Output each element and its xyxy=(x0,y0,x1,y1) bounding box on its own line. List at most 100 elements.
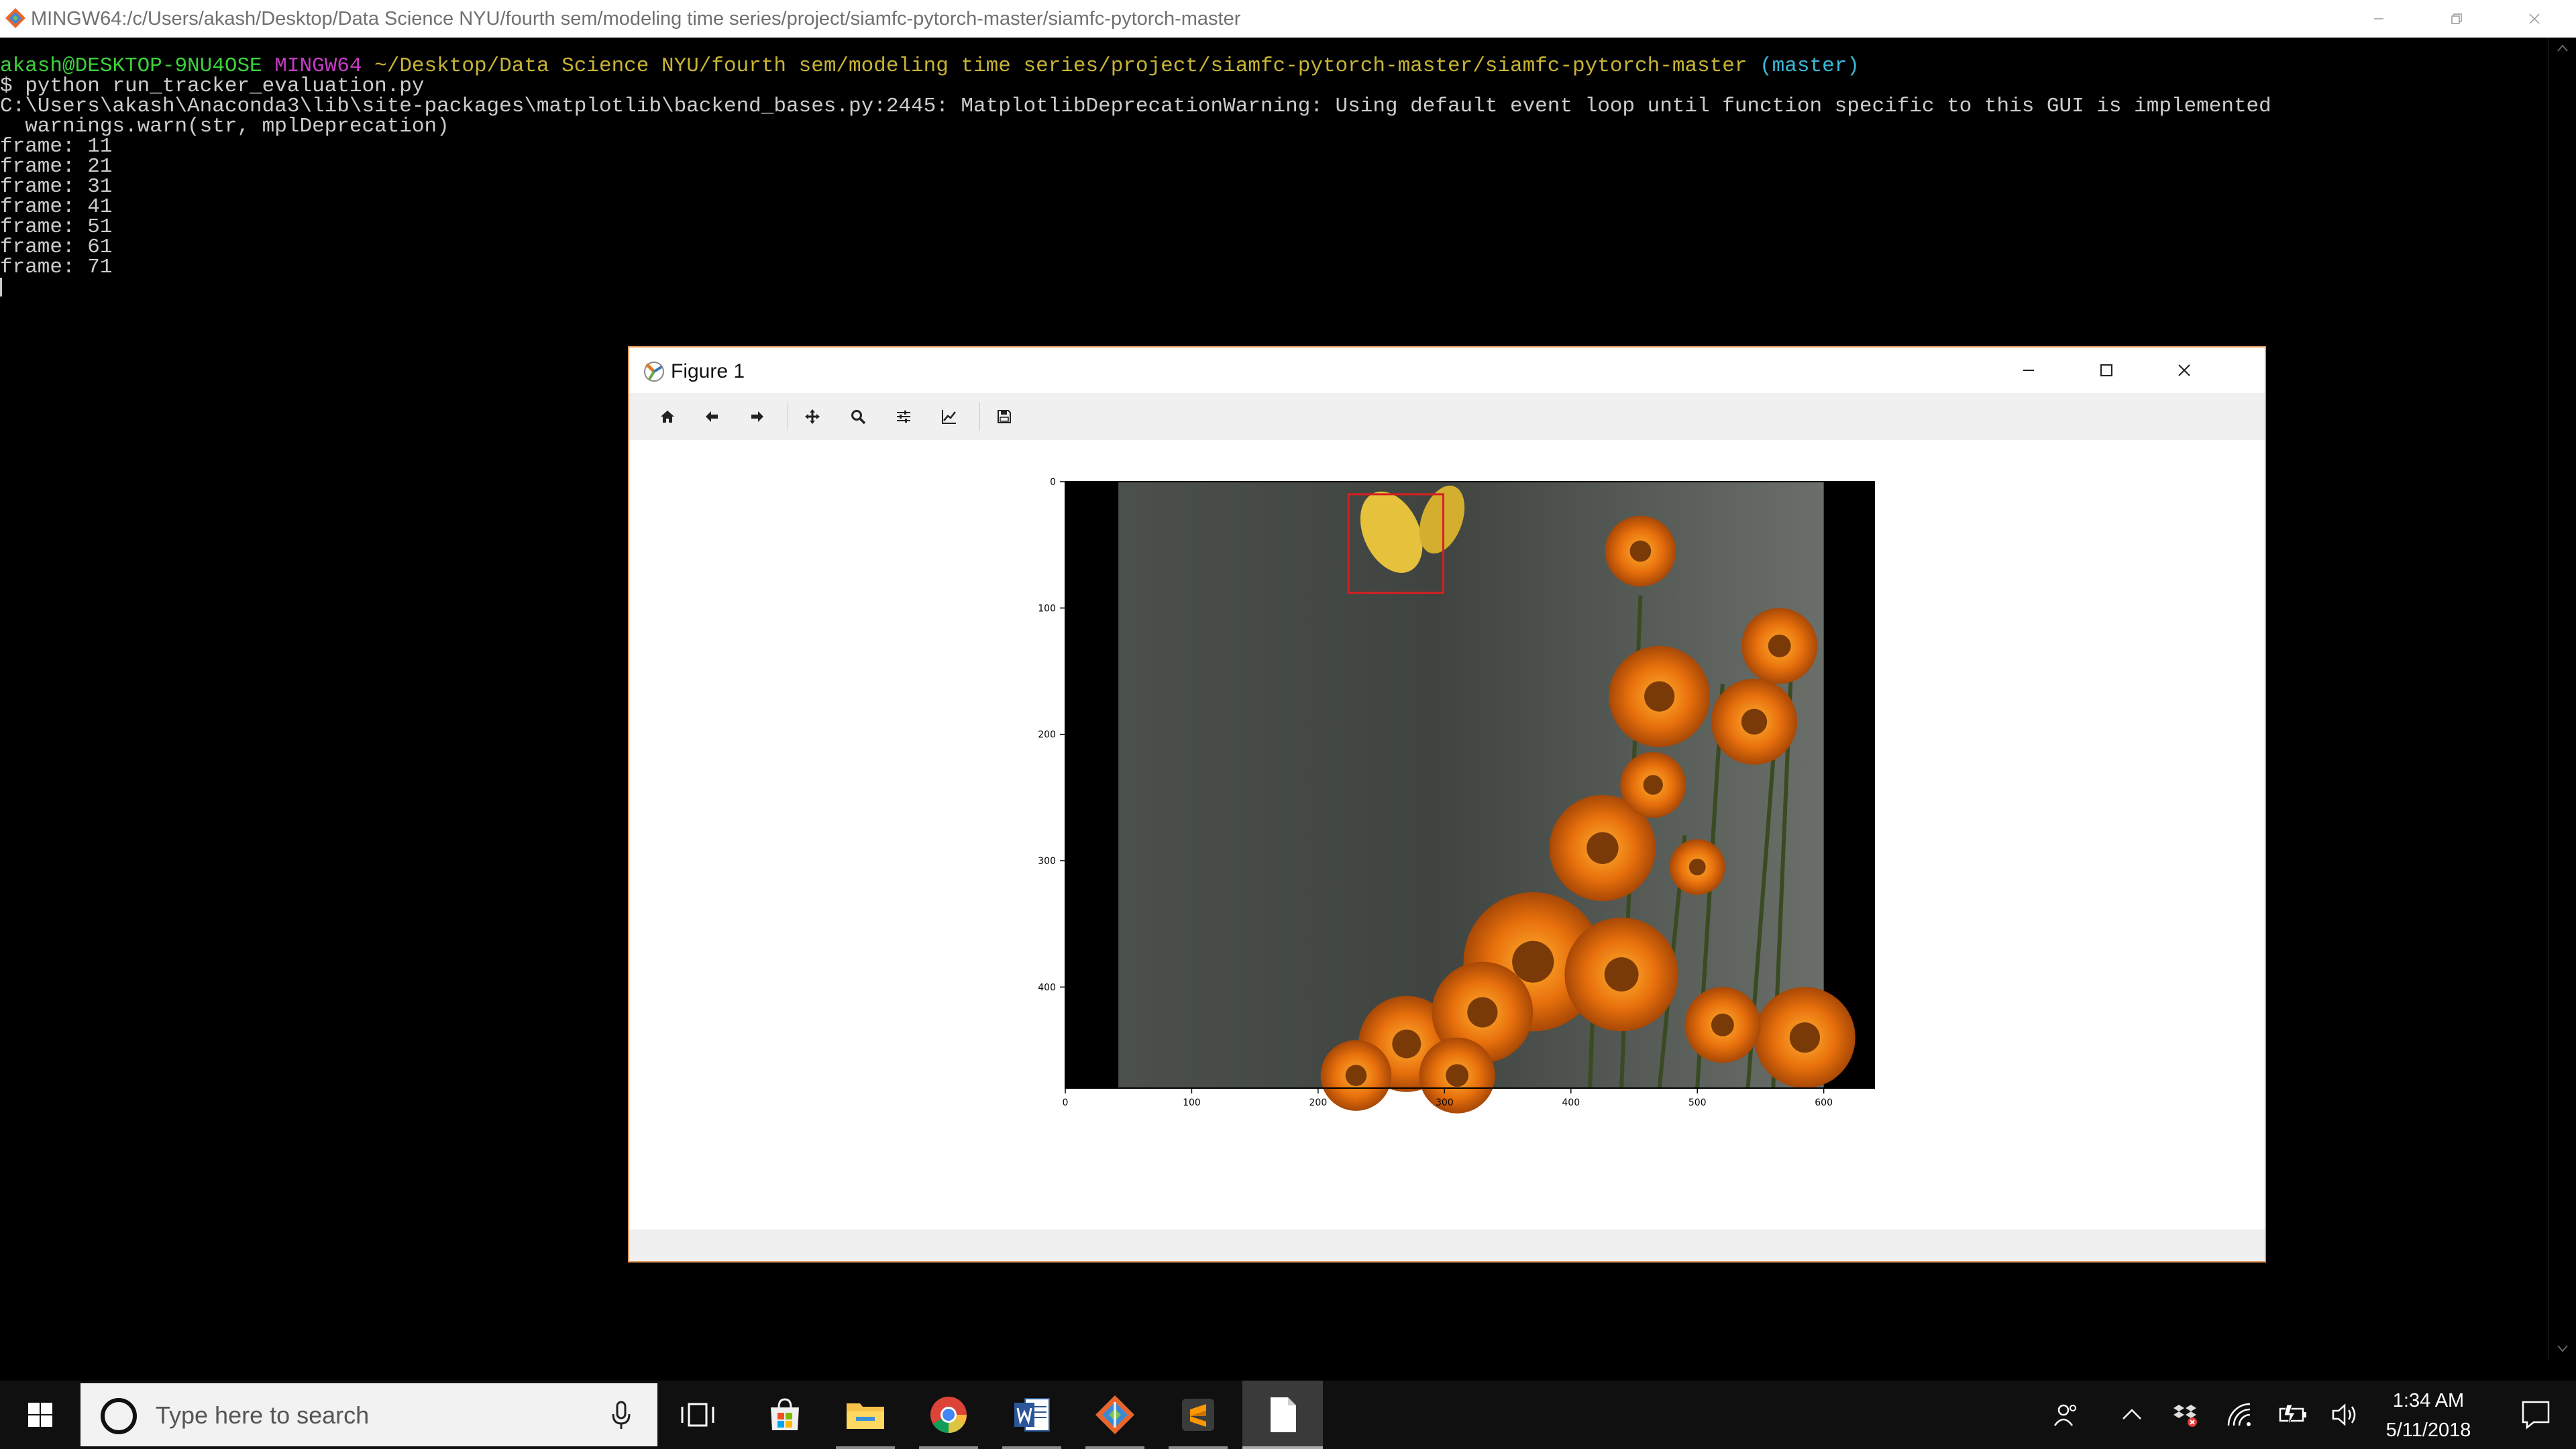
figure-toolbar xyxy=(629,393,2265,441)
scroll-up-icon[interactable] xyxy=(2556,43,2569,54)
terminal-output-line: warnings.warn(str, mplDeprecation) xyxy=(0,115,449,138)
taskbar-app-chrome[interactable] xyxy=(915,1381,982,1449)
terminal-output-line: C:\Users\akash\Anaconda3\lib\site-packag… xyxy=(0,95,2271,118)
figure-minimize-button[interactable] xyxy=(1991,347,2066,393)
text-cursor xyxy=(0,278,2,297)
x-tick-label: 500 xyxy=(1688,1097,1707,1108)
restore-icon xyxy=(2451,13,2462,24)
x-tick-label: 100 xyxy=(1183,1097,1201,1108)
flower-center xyxy=(1741,708,1768,735)
flower-center xyxy=(1345,1065,1367,1086)
pan-button[interactable] xyxy=(797,401,828,432)
terminal-restore-button[interactable] xyxy=(2426,0,2487,38)
y-tick-label: 100 xyxy=(1038,603,1056,614)
cortana-icon xyxy=(101,1398,137,1434)
running-indicator xyxy=(1169,1446,1228,1449)
terminal-command: $ python run_tracker_evaluation.py xyxy=(0,74,425,98)
dropbox-icon xyxy=(2174,1405,2197,1427)
scroll-down-icon[interactable] xyxy=(2556,1343,2569,1354)
zoom-button[interactable] xyxy=(843,401,873,432)
windows-start-icon xyxy=(28,1403,52,1427)
edit-axis-button[interactable] xyxy=(934,401,965,432)
home-button[interactable] xyxy=(652,401,683,432)
dropbox-tray-button[interactable] xyxy=(2159,1381,2212,1449)
volume-icon xyxy=(2332,1403,2356,1426)
maximize-icon xyxy=(2100,364,2112,376)
start-button[interactable] xyxy=(0,1381,80,1449)
taskbar-app-word[interactable] xyxy=(998,1381,1065,1449)
flower-center xyxy=(1688,858,1706,875)
store-icon xyxy=(771,1398,799,1430)
terminal-output-line: frame: 21 xyxy=(0,155,113,178)
mingw-icon xyxy=(5,8,25,28)
taskbar-app-git-bash[interactable] xyxy=(1081,1381,1148,1449)
forward-arrow-icon xyxy=(751,411,763,422)
save-button[interactable] xyxy=(989,401,1020,432)
back-arrow-icon xyxy=(706,411,718,422)
terminal-scrollbar[interactable] xyxy=(2548,38,2576,1359)
flower-center xyxy=(1629,540,1652,562)
people-button[interactable] xyxy=(2039,1381,2093,1449)
prompt-path: ~/Desktop/Data Science NYU/fourth sem/mo… xyxy=(374,54,1748,78)
figure-window[interactable]: Figure 1 0 100 200 300 400 500 600 0 100… xyxy=(628,346,2266,1263)
figure-canvas[interactable]: 0 100 200 300 400 500 600 0 100 200 300 400 xyxy=(629,440,2265,1230)
terminal-output-line: frame: 41 xyxy=(0,195,113,219)
close-icon xyxy=(2178,364,2190,376)
taskbar-clock[interactable]: 1:34 AM 5/11/2018 xyxy=(2361,1386,2496,1445)
terminal-cursor-line xyxy=(0,278,2549,298)
task-view-button[interactable] xyxy=(664,1381,731,1449)
forward-button[interactable] xyxy=(742,401,773,432)
taskbar-app-file-explorer[interactable] xyxy=(832,1381,899,1449)
figure-maximize-button[interactable] xyxy=(2069,347,2144,393)
flower-center xyxy=(1711,1013,1734,1036)
flower-center xyxy=(1789,1022,1820,1053)
home-icon xyxy=(661,411,674,423)
git-icon xyxy=(1095,1395,1134,1434)
taskbar-app-sublime[interactable] xyxy=(1165,1381,1232,1449)
terminal-output-line: frame: 71 xyxy=(0,256,113,279)
x-tick-label: 300 xyxy=(1436,1097,1454,1108)
x-tick-label: 400 xyxy=(1562,1097,1580,1108)
terminal-minimize-button[interactable] xyxy=(2348,0,2410,38)
plot-area: 0 100 200 300 400 500 600 0 100 200 300 400 xyxy=(1038,477,1875,1114)
show-hidden-icons-button[interactable] xyxy=(2105,1381,2159,1449)
microphone-icon[interactable] xyxy=(610,1401,632,1430)
sublime-icon xyxy=(1182,1399,1214,1431)
wifi-tray-button[interactable] xyxy=(2214,1381,2267,1449)
back-button[interactable] xyxy=(696,401,727,432)
x-tick-label: 600 xyxy=(1815,1097,1833,1108)
flower-center xyxy=(1392,1029,1421,1059)
file-icon xyxy=(1271,1397,1296,1432)
x-tick-label: 0 xyxy=(1063,1097,1069,1108)
terminal-prompt-line: akash@DESKTOP-9NU4OSE MINGW64 ~/Desktop/… xyxy=(0,56,2549,76)
action-center-icon xyxy=(2522,1401,2550,1430)
save-icon xyxy=(998,410,1011,423)
flower-center xyxy=(1604,957,1639,991)
battery-tray-button[interactable] xyxy=(2267,1381,2321,1449)
terminal-titlebar[interactable]: MINGW64:/c/Users/akash/Desktop/Data Scie… xyxy=(0,0,2576,38)
taskbar-app-store[interactable] xyxy=(751,1381,818,1449)
configure-subplots-button[interactable] xyxy=(888,401,919,432)
figure-title: Figure 1 xyxy=(671,360,745,382)
taskbar-search-box[interactable]: Type here to search xyxy=(80,1383,657,1446)
terminal-window-title: MINGW64:/c/Users/akash/Desktop/Data Scie… xyxy=(31,8,1241,30)
minimize-icon xyxy=(2023,370,2034,371)
chrome-icon xyxy=(930,1397,967,1434)
figure-close-button[interactable] xyxy=(2147,347,2222,393)
figure-statusbar xyxy=(629,1230,2265,1261)
flower-center xyxy=(1467,997,1498,1028)
matplotlib-icon xyxy=(644,362,664,382)
word-icon xyxy=(1014,1398,1050,1432)
terminal-output-line: frame: 11 xyxy=(0,135,113,158)
clock-date: 5/11/2018 xyxy=(2385,1419,2471,1441)
action-center-button[interactable] xyxy=(2496,1381,2576,1449)
taskbar-app-document-active[interactable] xyxy=(1242,1381,1323,1449)
tracking-frame-image xyxy=(1065,481,1875,1114)
flower-center xyxy=(1446,1064,1469,1087)
clock-time: 1:34 AM xyxy=(2392,1390,2465,1411)
search-placeholder: Type here to search xyxy=(156,1401,370,1429)
figure-titlebar[interactable]: Figure 1 xyxy=(629,347,2265,393)
terminal-close-button[interactable] xyxy=(2504,0,2565,38)
y-tick-label: 300 xyxy=(1038,856,1056,867)
flower-center xyxy=(1643,775,1663,795)
